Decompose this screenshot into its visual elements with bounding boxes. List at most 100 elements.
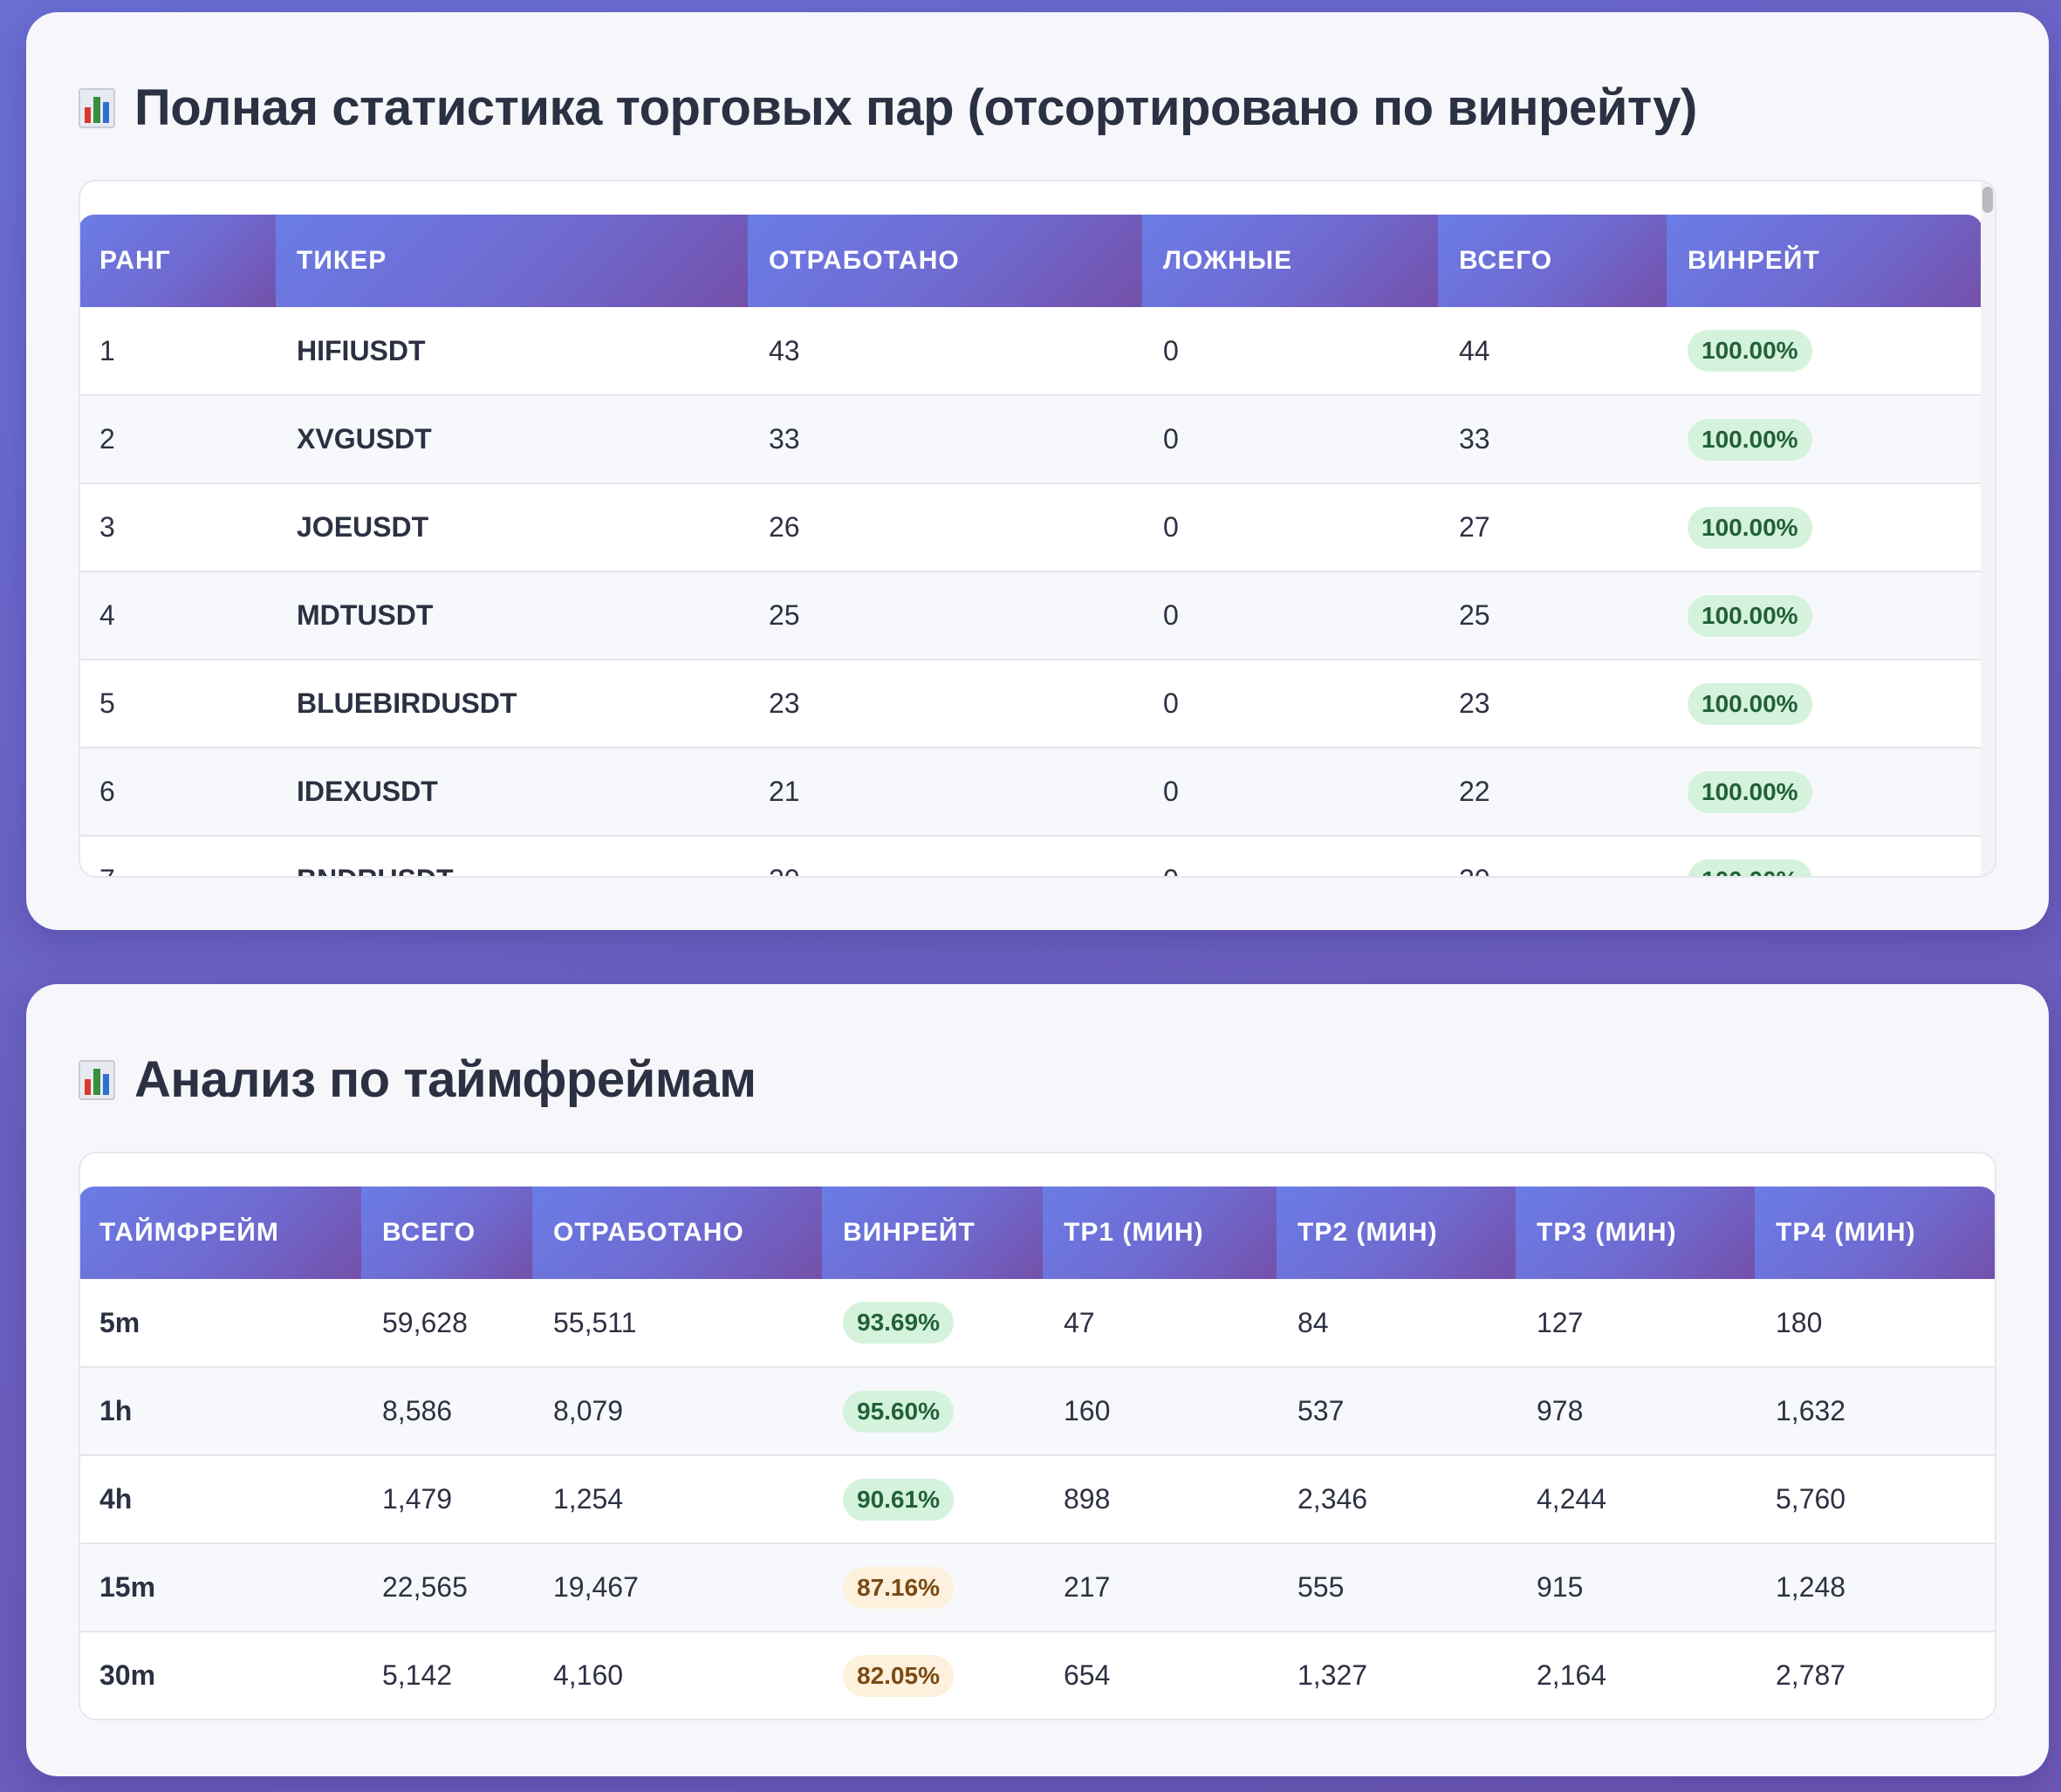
table-row[interactable]: 15m 22,565 19,467 87.16% 217 555 915 1,248 xyxy=(80,1543,1995,1632)
winrate-cell: 93.69% xyxy=(822,1279,1043,1368)
ticker-cell: BLUEBIRDUSDT xyxy=(276,660,748,749)
table-row[interactable]: 2 XVGUSDT 33 0 33 100.00% xyxy=(80,395,1982,484)
worked-cell: 8,079 xyxy=(532,1367,822,1456)
table-row[interactable]: 6 IDEXUSDT 21 0 22 100.00% xyxy=(80,748,1982,837)
total-cell: 27 xyxy=(1438,483,1667,572)
tp3-cell: 978 xyxy=(1516,1367,1755,1456)
timeframe-section-header: Анализ по таймфреймам xyxy=(79,1050,757,1109)
table-row[interactable]: 3 JOEUSDT 26 0 27 100.00% xyxy=(80,483,1982,572)
rank-cell: 5 xyxy=(80,660,276,749)
pairs-table-scrollbar-thumb[interactable] xyxy=(1982,187,1993,213)
rank-cell: 1 xyxy=(80,307,276,396)
tp2-cell: 555 xyxy=(1277,1543,1516,1632)
timeframe-cell: 30m xyxy=(80,1631,361,1719)
winrate-cell: 95.60% xyxy=(822,1367,1043,1456)
false-cell: 0 xyxy=(1142,395,1438,484)
column-header-rank[interactable]: Ранг xyxy=(80,215,276,307)
column-header-winrate[interactable]: Винрейт xyxy=(822,1187,1043,1279)
total-cell: 1,479 xyxy=(361,1455,532,1544)
tp4-cell: 1,632 xyxy=(1755,1367,1995,1456)
timeframe-section-title: Анализ по таймфреймам xyxy=(134,1051,757,1108)
false-cell: 0 xyxy=(1142,836,1438,876)
total-cell: 23 xyxy=(1438,660,1667,749)
timeframe-table-header-row: Таймфрейм Всего Отработано Винрейт TP1 (… xyxy=(80,1187,1995,1279)
winrate-cell: 100.00% xyxy=(1667,660,1982,749)
tp1-cell: 654 xyxy=(1043,1631,1277,1719)
winrate-badge: 90.61% xyxy=(843,1478,954,1521)
worked-cell: 19,467 xyxy=(532,1543,822,1632)
winrate-cell: 100.00% xyxy=(1667,307,1982,396)
false-cell: 0 xyxy=(1142,748,1438,837)
winrate-badge: 100.00% xyxy=(1688,858,1812,876)
false-cell: 0 xyxy=(1142,660,1438,749)
tp3-cell: 2,164 xyxy=(1516,1631,1755,1719)
total-cell: 33 xyxy=(1438,395,1667,484)
table-row[interactable]: 30m 5,142 4,160 82.05% 654 1,327 2,164 2,787 xyxy=(80,1631,1995,1719)
table-row[interactable]: 7BNDRUSDT20020100.00% xyxy=(80,836,1982,876)
rank-cell: 4 xyxy=(80,571,276,660)
table-row[interactable]: 5m 59,628 55,511 93.69% 47 84 127 180 xyxy=(80,1279,1995,1368)
total-cell: 59,628 xyxy=(361,1279,532,1368)
tp3-cell: 915 xyxy=(1516,1543,1755,1632)
column-header-tp1[interactable]: TP1 (мин) xyxy=(1043,1187,1277,1279)
worked-cell: 55,511 xyxy=(532,1279,822,1368)
winrate-cell: 100.00% xyxy=(1667,836,1982,876)
pairs-table-scroll-container[interactable]: Ранг Тикер Отработано Ложные Всего Винре… xyxy=(79,180,1996,878)
table-row[interactable]: 4 MDTUSDT 25 0 25 100.00% xyxy=(80,571,1982,660)
column-header-false[interactable]: Ложные xyxy=(1142,215,1438,307)
winrate-badge: 100.00% xyxy=(1688,594,1812,637)
winrate-badge: 100.00% xyxy=(1688,682,1812,725)
worked-cell: 21 xyxy=(748,748,1142,837)
tp1-cell: 217 xyxy=(1043,1543,1277,1632)
column-header-tp4[interactable]: TP4 (мин) xyxy=(1755,1187,1995,1279)
tp4-cell: 5,760 xyxy=(1755,1455,1995,1544)
pairs-section-header: Полная статистика торговых пар (отсортир… xyxy=(79,79,1697,137)
rank-cell: 3 xyxy=(80,483,276,572)
table-row[interactable]: 1 HIFIUSDT 43 0 44 100.00% xyxy=(80,307,1982,396)
total-cell: 44 xyxy=(1438,307,1667,396)
worked-cell: 23 xyxy=(748,660,1142,749)
tp1-cell: 47 xyxy=(1043,1279,1277,1368)
table-row[interactable]: 1h 8,586 8,079 95.60% 160 537 978 1,632 xyxy=(80,1367,1995,1456)
ticker-cell: MDTUSDT xyxy=(276,571,748,660)
pairs-table-scrollbar[interactable] xyxy=(1981,181,1995,876)
column-header-winrate[interactable]: Винрейт xyxy=(1667,215,1982,307)
column-header-ticker[interactable]: Тикер xyxy=(276,215,748,307)
column-header-tp2[interactable]: TP2 (мин) xyxy=(1277,1187,1516,1279)
tp2-cell: 537 xyxy=(1277,1367,1516,1456)
table-row[interactable]: 5 BLUEBIRDUSDT 23 0 23 100.00% xyxy=(80,660,1982,749)
worked-cell: 1,254 xyxy=(532,1455,822,1544)
bar-chart-icon xyxy=(79,1059,115,1100)
table-row[interactable]: 4h 1,479 1,254 90.61% 898 2,346 4,244 5,760 xyxy=(80,1455,1995,1544)
winrate-badge: 87.16% xyxy=(843,1566,954,1609)
tp4-cell: 1,248 xyxy=(1755,1543,1995,1632)
winrate-cell: 100.00% xyxy=(1667,748,1982,837)
column-header-worked[interactable]: Отработано xyxy=(748,215,1142,307)
timeframe-cell: 1h xyxy=(80,1367,361,1456)
winrate-cell: 100.00% xyxy=(1667,571,1982,660)
column-header-worked[interactable]: Отработано xyxy=(532,1187,822,1279)
tp1-cell: 898 xyxy=(1043,1455,1277,1544)
total-cell: 20 xyxy=(1438,836,1667,876)
ticker-cell: HIFIUSDT xyxy=(276,307,748,396)
rank-cell: 2 xyxy=(80,395,276,484)
winrate-badge: 100.00% xyxy=(1688,418,1812,461)
tp2-cell: 1,327 xyxy=(1277,1631,1516,1719)
timeframe-analysis-card: Анализ по таймфреймам Таймфрейм Всего От… xyxy=(26,984,2049,1776)
column-header-tp3[interactable]: TP3 (мин) xyxy=(1516,1187,1755,1279)
tp3-cell: 4,244 xyxy=(1516,1455,1755,1544)
timeframe-cell: 15m xyxy=(80,1543,361,1632)
tp3-cell: 127 xyxy=(1516,1279,1755,1368)
column-header-total[interactable]: Всего xyxy=(1438,215,1667,307)
ticker-cell: JOEUSDT xyxy=(276,483,748,572)
winrate-cell: 100.00% xyxy=(1667,395,1982,484)
tp2-cell: 84 xyxy=(1277,1279,1516,1368)
false-cell: 0 xyxy=(1142,571,1438,660)
total-cell: 22 xyxy=(1438,748,1667,837)
winrate-badge: 100.00% xyxy=(1688,330,1812,372)
column-header-timeframe[interactable]: Таймфрейм xyxy=(80,1187,361,1279)
winrate-cell: 82.05% xyxy=(822,1631,1043,1719)
column-header-total[interactable]: Всего xyxy=(361,1187,532,1279)
worked-cell: 4,160 xyxy=(532,1631,822,1719)
tp4-cell: 2,787 xyxy=(1755,1631,1995,1719)
